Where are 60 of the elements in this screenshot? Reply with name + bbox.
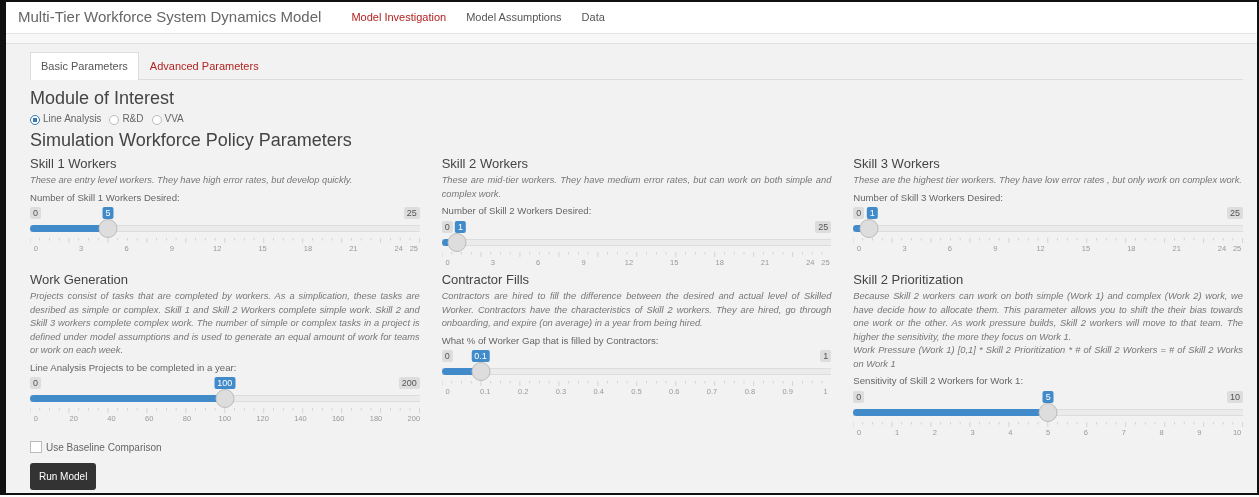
panel-title: Work Generation: [30, 271, 130, 288]
radio-button[interactable]: [109, 114, 120, 125]
nav-link[interactable]: Data: [571, 9, 615, 26]
slider-handle[interactable]: [859, 219, 879, 239]
current-value: 100: [214, 377, 236, 390]
slider-label: Sensitivity of Skill 2 Workers for Work 1:: [853, 375, 1025, 388]
current-value: 1: [455, 220, 467, 233]
tab[interactable]: Basic Parameters: [30, 52, 139, 80]
min-value: 0: [30, 377, 41, 390]
slider-handle[interactable]: [1038, 402, 1058, 422]
max-value: 25: [403, 207, 420, 220]
max-value: 200: [398, 377, 420, 390]
min-value: 0: [441, 350, 453, 363]
slider-handle[interactable]: [98, 219, 118, 239]
checkbox[interactable]: [30, 441, 42, 454]
current-value: 0.1: [471, 350, 490, 363]
description: Because Skill 2 workers can work on both simple (Work 1) and complex (Work 2) work, we have decide how to allocate them. This parameter allows you to shift the their bias towards one work or the other. As work pressure builds, Skill 2 workers will move to that team. The higher the sensitivity, the more they focus on Work 1.: [853, 290, 1243, 344]
nav-link[interactable]: Model Investigation: [341, 9, 457, 26]
panel-title: Contractor Fills: [441, 271, 531, 288]
max-value: 25: [815, 220, 832, 233]
slider-handle[interactable]: [447, 232, 467, 252]
section-heading: Module of Interest: [30, 87, 176, 110]
radio-button[interactable]: [30, 114, 40, 125]
min-value: 0: [853, 390, 865, 403]
app-title: Multi-Tier Workforce System Dynamics Model: [18, 7, 322, 28]
nav-link[interactable]: Model Assumptions: [456, 9, 572, 26]
min-value: 0: [853, 207, 865, 220]
current-value: 1: [866, 207, 878, 220]
min-value: 0: [30, 207, 41, 220]
min-value: 0: [441, 220, 453, 233]
max-value: 1: [820, 350, 832, 363]
radio-button[interactable]: [151, 114, 162, 125]
slider-label: Number of Skill 3 Workers Desired:: [853, 191, 1004, 205]
description: Contractors are hired to fill the difference between the desired and actual level of Skilled Worker. Contractors have the characteristics of Skill 2 workers. They are hired, go through onboarding, and expire (on average) in a year from being hired.: [441, 290, 832, 331]
description: Projects consist of tasks that are completed by workers. As a simplication, these tasks are desribed as simple or complex. Skill 1 and Skill 2 Workers complete simple work. Skill 2 and Skill 3 workers complete complex work. The number of simple or complex tasks in a project is defined under model assumptions and is used to generate an equal amount of work for teams or work on each week.: [30, 290, 420, 358]
slider-label: Number of Skill 2 Workers Desired:: [441, 205, 593, 218]
description: These are the highest tier workers. They have low error rates , but only work on complex work.: [853, 174, 1243, 188]
description: These are entry level workers. They have high error rates, but develop quickly.: [30, 174, 354, 188]
section-heading: Simulation Workforce Policy Parameters: [30, 130, 353, 152]
panel-title: Skill 2 Prioritization: [853, 271, 965, 288]
max-value: 10: [1226, 390, 1243, 403]
formula: Work Pressure (Work 1) [0,1] * Skill 2 Prioritization * # of Skill 2 Workers = # of Skill 2 Works on Work 1: [853, 344, 1243, 371]
slider-handle[interactable]: [215, 389, 235, 409]
panel-title: Skill 2 Workers: [441, 155, 530, 172]
slider-handle[interactable]: [471, 362, 491, 382]
radio-label: VVA: [164, 112, 184, 127]
current-value: 5: [1042, 390, 1054, 403]
slider-label: Number of Skill 1 Workers Desired:: [30, 191, 181, 205]
max-value: 25: [1226, 207, 1243, 220]
panel-title: Skill 1 Workers: [30, 155, 118, 172]
run-button[interactable]: Run Model: [30, 462, 97, 490]
checkbox-label: Use Baseline Comparison: [46, 440, 162, 455]
tab[interactable]: Advanced Parameters: [138, 52, 270, 80]
description: These are mid-tier workers. They have medium error rates, but can work on both simple and complex work.: [441, 174, 832, 201]
radio-label: R&D: [122, 112, 144, 127]
panel-title: Skill 3 Workers: [853, 155, 941, 172]
radio-label: Line Analysis: [43, 112, 102, 127]
current-value: 5: [102, 207, 114, 220]
slider-label: What % of Worker Gap that is filled by Contractors:: [441, 334, 660, 348]
slider-label: Line Analysis Projects to be completed in a year:: [30, 361, 238, 375]
